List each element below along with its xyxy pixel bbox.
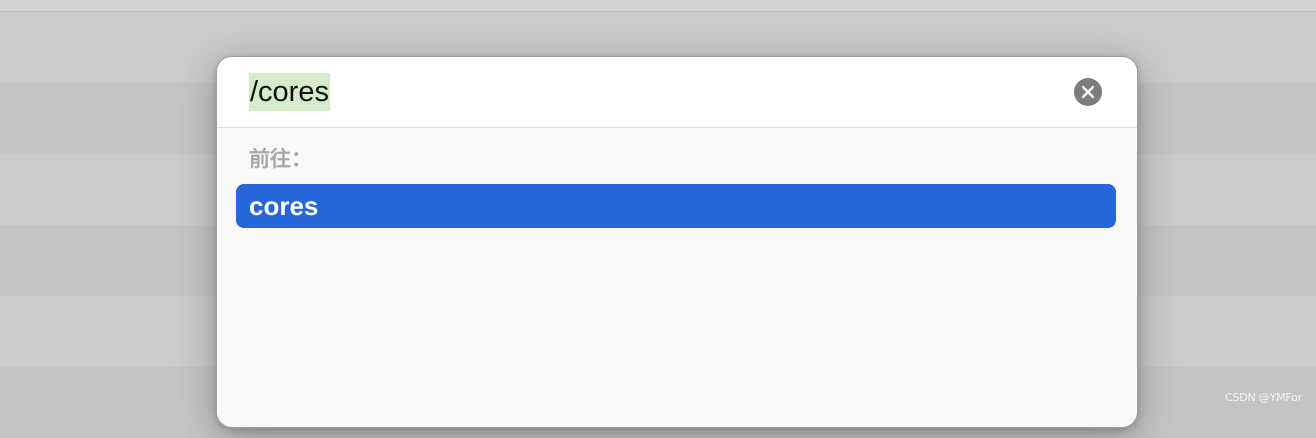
- go-to-section-label: 前往：: [249, 148, 312, 171]
- go-to-folder-panel: /cores 前往： cores: [216, 56, 1138, 428]
- clear-button[interactable]: [1074, 78, 1102, 106]
- path-input-row[interactable]: /cores: [217, 57, 1137, 128]
- background-window-toolbar: [0, 0, 1316, 12]
- folder-suggestion-label: cores: [249, 191, 319, 221]
- folder-suggestion-item[interactable]: cores: [236, 184, 1116, 228]
- watermark: CSDN @YMFor: [1224, 391, 1302, 404]
- close-circle-icon: [1081, 85, 1095, 99]
- path-input[interactable]: /cores: [249, 73, 330, 111]
